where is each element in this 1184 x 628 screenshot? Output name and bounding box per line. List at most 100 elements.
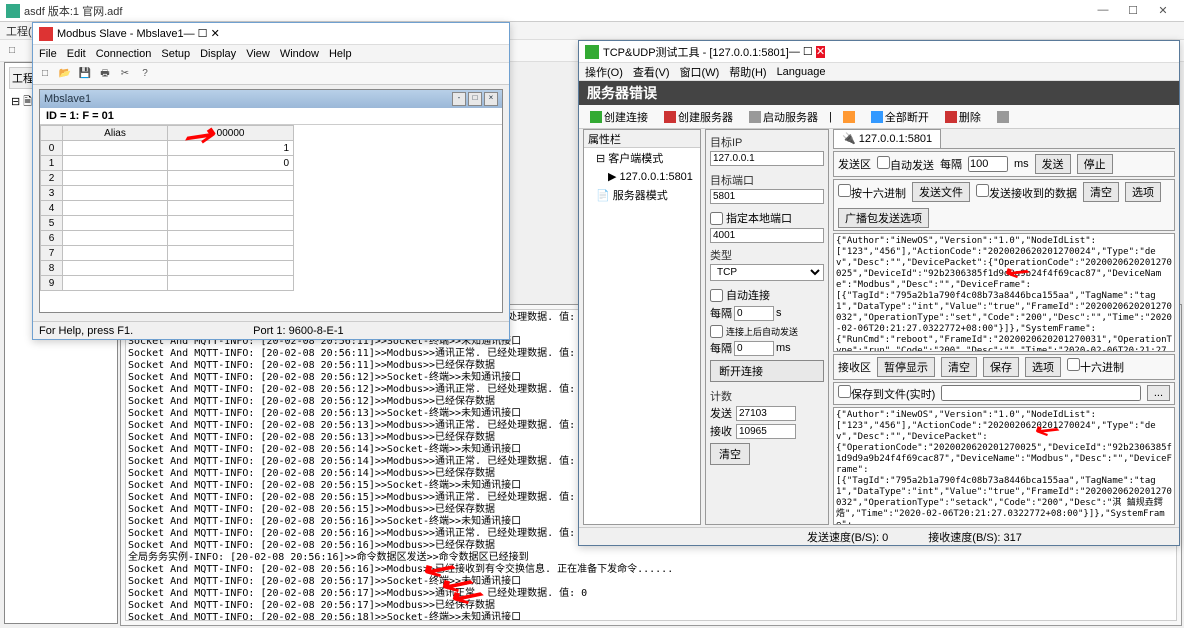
savepath-input[interactable] (941, 385, 1141, 401)
menu-display[interactable]: Display (200, 48, 236, 60)
tb-cut-icon[interactable]: ✂ (117, 66, 133, 82)
conn-tab[interactable]: 🔌 127.0.0.1:5801 (833, 129, 941, 148)
send-speed: 发送速度(B/S): 0 (807, 529, 888, 545)
menu-setup[interactable]: Setup (161, 48, 190, 60)
tb-help-icon[interactable]: ? (137, 66, 153, 82)
tcp-window[interactable]: TCP&UDP测试工具 - [127.0.0.1:5801] — ☐ ✕ 操作(… (578, 40, 1180, 546)
conn-addr[interactable]: ▶ 127.0.0.1:5801 (584, 168, 700, 185)
menu-view[interactable]: View (246, 48, 270, 60)
menu-connection[interactable]: Connection (96, 48, 152, 60)
close-button[interactable]: ✕ (816, 46, 825, 58)
connect-button[interactable] (838, 109, 860, 125)
menu-item[interactable]: 操作(O) (585, 64, 623, 80)
recv-opt-button[interactable]: 选项 (1025, 357, 1061, 377)
menu-item[interactable]: Language (777, 66, 826, 78)
sub-title: Mbslave1 (44, 93, 91, 105)
main-titlebar: asdf 版本:1 官网.adf — ☐ ✕ (0, 0, 1184, 22)
clear-recv-button[interactable]: 清空 (941, 357, 977, 377)
maximize-button[interactable]: ☐ (803, 46, 813, 58)
sub-close[interactable]: × (484, 92, 498, 106)
server-mode[interactable]: 📄 服务器模式 (584, 185, 700, 205)
tcp-toolbar: 创建连接 创建服务器 启动服务器 | 全部断开 删除 (579, 105, 1179, 129)
stop-button[interactable]: 停止 (1077, 154, 1113, 174)
modbus-icon (39, 27, 53, 41)
menu-item[interactable]: 帮助(H) (729, 64, 766, 80)
tcp-titlebar: TCP&UDP测试工具 - [127.0.0.1:5801] — ☐ ✕ (579, 41, 1179, 63)
menu-item[interactable]: 窗口(W) (680, 64, 720, 80)
menu-file[interactable]: File (39, 48, 57, 60)
send-opt-button[interactable]: 选项 (1125, 182, 1161, 202)
modbus-titlebar: Modbus Slave - Mbslave1 — ☐ ✕ (33, 23, 509, 45)
status-help: For Help, press F1. (39, 325, 133, 337)
send-interval[interactable] (968, 156, 1008, 172)
auto-conn-check[interactable] (710, 289, 723, 302)
tcp-body: 属性栏 ⊟ 客户端模式 ▶ 127.0.0.1:5801 📄 服务器模式 目标I… (583, 129, 1175, 525)
pause-button[interactable]: 暂停显示 (877, 357, 935, 377)
autosend-check[interactable] (710, 325, 723, 338)
create-conn-button[interactable]: 创建连接 (585, 107, 653, 127)
bcast-button[interactable]: 广播包发送选项 (838, 208, 929, 228)
minimize-button[interactable]: — (1088, 4, 1118, 17)
tb-open-icon[interactable]: 📂 (57, 66, 73, 82)
local-port-input[interactable] (710, 228, 824, 243)
tcp-icon (585, 45, 599, 59)
send-count (736, 406, 796, 421)
send-opts: 按十六进制 发送文件 发送接收到的数据 清空 选项 广播包发送选项 (833, 179, 1175, 231)
browse-button[interactable]: ... (1147, 385, 1170, 401)
echo-check[interactable] (976, 184, 989, 197)
tb-print-icon[interactable]: 🖶 (97, 66, 113, 82)
tb-save-icon[interactable]: 💾 (77, 66, 93, 82)
tb-new[interactable]: □ (4, 43, 20, 59)
menu-edit[interactable]: Edit (67, 48, 86, 60)
target-ip-input[interactable] (710, 151, 824, 166)
options-button[interactable] (992, 109, 1014, 125)
modbus-statusbar: For Help, press F1. Port 1: 9600-8-E-1 (33, 321, 509, 339)
minimize-button[interactable]: — (789, 46, 800, 58)
sendfile-button[interactable]: 发送文件 (912, 182, 970, 202)
save-button[interactable]: 保存 (983, 357, 1019, 377)
recv-textbox[interactable]: {"Author":"iNewOS","Version":"1.0","Node… (833, 407, 1175, 526)
send-button[interactable]: 发送 (1035, 154, 1071, 174)
menu-window[interactable]: Window (280, 48, 319, 60)
close-button[interactable]: ✕ (1148, 4, 1178, 17)
main-title: asdf 版本:1 官网.adf (24, 3, 122, 19)
modbus-controls: — ☐ ✕ (184, 27, 220, 40)
savefile-check[interactable] (838, 385, 851, 398)
maximize-button[interactable]: ☐ (198, 28, 208, 40)
window-controls: — ☐ ✕ (1088, 4, 1178, 17)
disconnect-button[interactable]: 断开连接 (710, 360, 824, 382)
minimize-button[interactable]: — (184, 28, 195, 40)
modbus-window[interactable]: Modbus Slave - Mbslave1 — ☐ ✕ File Edit Co… (32, 22, 510, 340)
client-mode[interactable]: ⊟ 客户端模式 (584, 148, 700, 168)
close-button[interactable]: ✕ (211, 28, 220, 40)
menu-help[interactable]: Help (329, 48, 352, 60)
data-pane: 🔌 127.0.0.1:5801 发送区 自动发送 每隔 ms 发送 停止 按十… (833, 129, 1175, 525)
maximize-button[interactable]: ☐ (1118, 4, 1148, 17)
sub-min[interactable]: - (452, 92, 466, 106)
status-port: Port 1: 9600-8-E-1 (253, 325, 344, 337)
register-grid[interactable]: Alias00000011023456789 (40, 125, 294, 291)
send-textbox[interactable]: {"Author":"iNewOS","Version":"1.0","Node… (833, 233, 1175, 352)
autosend-check2[interactable] (877, 156, 890, 169)
type-select[interactable]: TCP (710, 264, 824, 281)
target-port-input[interactable] (710, 189, 824, 204)
hex-recv-check[interactable] (1067, 358, 1080, 371)
interval1-input[interactable] (734, 306, 774, 321)
disconnect-all-button[interactable]: 全部断开 (866, 107, 934, 127)
function-line: ID = 1: F = 01 (40, 108, 502, 125)
local-port-check[interactable] (710, 212, 723, 225)
delete-button[interactable]: 删除 (940, 107, 986, 127)
tb-new-icon[interactable]: □ (37, 66, 53, 82)
interval2-input[interactable] (734, 341, 774, 356)
prop-header: 属性栏 (584, 130, 700, 148)
modbus-menubar: File Edit Connection Setup Display View Window… (33, 45, 509, 63)
hex-check[interactable] (838, 184, 851, 197)
start-server-button[interactable]: 启动服务器 (744, 107, 823, 127)
app-icon (6, 4, 20, 18)
clear-count-button[interactable]: 清空 (710, 443, 750, 465)
create-server-button[interactable]: 创建服务器 (659, 107, 738, 127)
recv-speed: 接收速度(B/S): 317 (928, 529, 1022, 545)
clear-send-button[interactable]: 清空 (1083, 182, 1119, 202)
sub-max[interactable]: □ (468, 92, 482, 106)
menu-item[interactable]: 查看(V) (633, 64, 670, 80)
